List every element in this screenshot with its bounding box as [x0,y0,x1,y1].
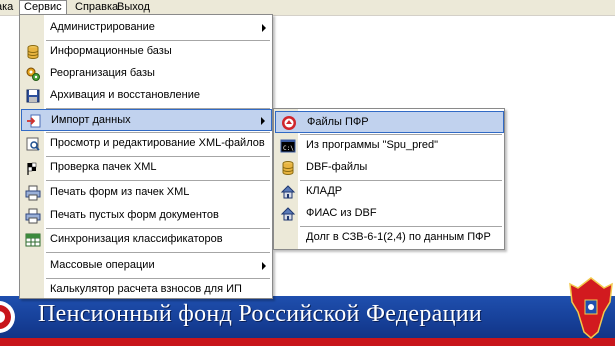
import-icon [27,114,41,128]
pfr-logo-icon [282,116,296,130]
menu-item-label: Синхронизация классификаторов [50,233,223,245]
menu-item-label: Архивация и восстановление [50,89,200,101]
svg-text:C:\: C:\ [283,145,294,152]
submenu-arrow-icon [261,117,265,125]
printer-icon [25,185,41,201]
menu-item-label: Печать пустых форм документов [50,209,219,221]
submenu-item-dbf[interactable]: DBF-файлы [275,157,504,179]
submenu-item-label: ФИАС из DBF [306,207,377,219]
submenu-item-label: КЛАДР [306,185,343,197]
submenu-item-fias[interactable]: ФИАС из DBF [275,203,504,225]
menu-item-label: Калькулятор расчета взносов для ИП [50,283,242,295]
submenu-item-dolg-szv[interactable]: Долг в СЗВ-6-1(2,4) по данным ПФР [275,227,504,249]
floppy-icon [26,89,40,103]
house-icon [280,185,296,199]
menu-item-arhivaciya[interactable]: Архивация и восстановление [21,85,272,107]
submenu-item-label: Файлы ПФР [307,116,369,128]
submenu-item-label: DBF-файлы [306,161,368,173]
service-menu: Администрирование Информационные базы Ре… [19,14,273,299]
banner-red-stripe [0,338,615,346]
menu-item-label: Информационные базы [50,45,172,57]
menu-item-label: Массовые операции [50,259,155,271]
menu-item-vyhod[interactable]: Выход [113,0,154,15]
house-icon [280,207,296,221]
menu-item-servis[interactable]: Сервис [19,0,67,15]
menu-item-kalkulyator[interactable]: Калькулятор расчета взносов для ИП [21,279,272,301]
menu-item-label: Импорт данных [51,114,131,126]
database-icon [282,161,294,175]
import-submenu: Файлы ПФР C:\ Из программы "Spu_pred" DB… [273,108,505,250]
submenu-arrow-icon [262,262,266,270]
submenu-item-spu-pred[interactable]: C:\ Из программы "Spu_pred" [275,135,504,157]
menu-item-administrirovanie[interactable]: Администрирование [21,17,272,39]
menu-item-sinhronizaciya[interactable]: Синхронизация классификаторов [21,229,272,251]
menu-item-massovye[interactable]: Массовые операции [21,255,272,277]
banner-title: Пенсионный фонд Российской Федерации [38,301,483,327]
menu-item-label: Реорганизация базы [50,67,155,79]
submenu-item-faily-pfr[interactable]: Файлы ПФР [275,111,504,133]
menu-item-label: Администрирование [50,21,155,33]
menu-item-label: Проверка пачек XML [50,161,157,173]
submenu-item-kladr[interactable]: КЛАДР [275,181,504,203]
menu-item-pechat-pustyh[interactable]: Печать пустых форм документов [21,205,272,227]
menu-item-label: Просмотр и редактирование XML-файлов [50,137,265,149]
submenu-item-label: Долг в СЗВ-6-1(2,4) по данным ПФР [306,231,491,243]
eagle-emblem-icon [569,277,613,339]
xml-view-icon [26,137,40,151]
submenu-item-label: Из программы "Spu_pred" [306,139,439,151]
database-icon [27,45,39,59]
menu-item-okna[interactable]: ака [0,0,17,15]
menu-separator [46,252,270,253]
gears-icon [26,67,40,81]
menu-item-pechat-xml[interactable]: Печать форм из пачек XML [21,182,272,204]
submenu-arrow-icon [262,24,266,32]
menu-separator [46,180,270,181]
pfr-emblem-icon [0,301,15,333]
check-flag-icon [27,162,37,175]
console-icon: C:\ [280,139,296,153]
menu-item-proverka-xml[interactable]: Проверка пачек XML [21,157,272,179]
menu-item-xml-redaktor[interactable]: Просмотр и редактирование XML-файлов [21,133,272,155]
menu-item-reorganizaciya[interactable]: Реорганизация базы [21,63,272,85]
menu-item-import-dannyh[interactable]: Импорт данных [21,109,272,131]
menu-item-infobazy[interactable]: Информационные базы [21,41,272,63]
printer-icon [25,208,41,224]
menu-item-label: Печать форм из пачек XML [50,186,190,198]
grid-sync-icon [25,233,41,247]
